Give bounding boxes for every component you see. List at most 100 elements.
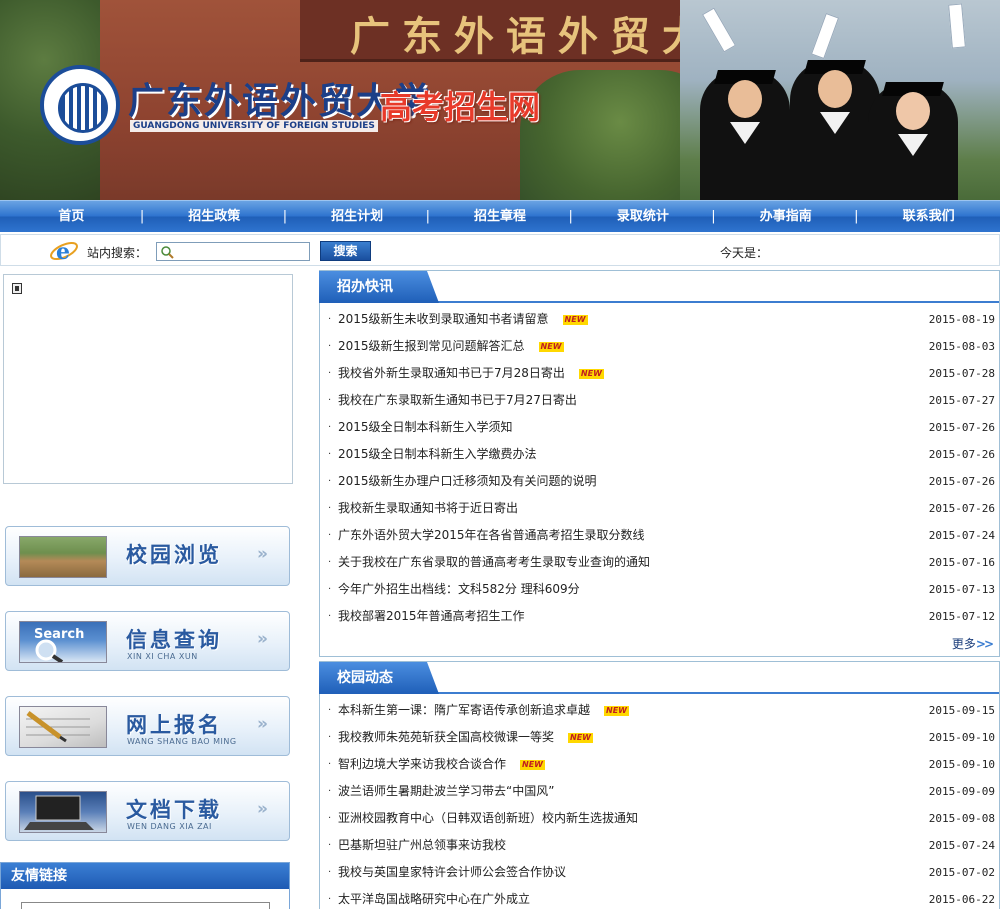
news-title-link[interactable]: 我校与英国皇家特许会计师公会签合作协议 xyxy=(338,859,566,886)
university-name-en: GUANGDONG UNIVERSITY OF FOREIGN STUDIES xyxy=(130,120,378,132)
today-label: 今天是： xyxy=(720,246,769,260)
bullet-icon: · xyxy=(328,314,332,325)
promo-document-download[interactable]: 文档下载 WEN DANG XIA ZAI » xyxy=(5,781,290,841)
search-button[interactable]: 搜索 xyxy=(320,241,371,261)
search-field[interactable] xyxy=(156,242,310,261)
news-date: 2015-08-19 xyxy=(928,313,995,326)
list-item[interactable]: · 太平洋岛国战略研究中心在广外成立 2015-06-22 xyxy=(320,886,999,909)
news-date: 2015-07-26 xyxy=(928,448,995,461)
promo-title: 校园浏览 xyxy=(126,543,222,567)
list-item[interactable]: · 我校省外新生录取通知书已于7月28日寄出 NEW 2015-07-28 xyxy=(320,360,999,387)
news-title-link[interactable]: 智利边境大学来访我校合谈合作 NEW xyxy=(338,751,545,778)
friendly-links-select[interactable] xyxy=(21,902,270,909)
news-title-link[interactable]: 我校新生录取通知书将于近日寄出 xyxy=(338,495,518,522)
promo-campus-browse[interactable]: 校园浏览 » xyxy=(5,526,290,586)
campus-news-title: 校园动态 xyxy=(319,662,439,694)
laptop-thumbnail-icon xyxy=(19,791,107,833)
news-date: 2015-08-03 xyxy=(928,340,995,353)
promo-online-registration[interactable]: 网上报名 WANG SHANG BAO MING » xyxy=(5,696,290,756)
news-title-link[interactable]: 我校在广东录取新生通知书已于7月27日寄出 xyxy=(338,387,577,414)
news-title-link[interactable]: 巴基斯坦驻广州总领事来访我校 xyxy=(338,832,506,859)
bullet-icon: · xyxy=(328,732,332,743)
news-date: 2015-07-26 xyxy=(928,421,995,434)
list-item[interactable]: · 我校在广东录取新生通知书已于7月27日寄出 2015-07-27 xyxy=(320,387,999,414)
list-item[interactable]: · 我校新生录取通知书将于近日寄出 2015-07-26 xyxy=(320,495,999,522)
search-input[interactable] xyxy=(177,244,305,259)
list-item[interactable]: · 2015级全日制本科新生入学须知 2015-07-26 xyxy=(320,414,999,441)
news-title-link[interactable]: 2015级新生未收到录取通知书者请留意 NEW xyxy=(338,306,588,333)
list-item[interactable]: · 我校部署2015年普通高考招生工作 2015-07-12 xyxy=(320,603,999,630)
news-date: 2015-07-26 xyxy=(928,502,995,515)
list-item[interactable]: · 我校与英国皇家特许会计师公会签合作协议 2015-07-02 xyxy=(320,859,999,886)
graduate-figure xyxy=(790,60,880,200)
news-title-link[interactable]: 关于我校在广东省录取的普通高考考生录取专业查询的通知 xyxy=(338,549,650,576)
news-title-link[interactable]: 太平洋岛国战略研究中心在广外成立 xyxy=(338,886,530,909)
news-date: 2015-07-28 xyxy=(928,367,995,380)
bullet-icon: · xyxy=(328,894,332,905)
news-date: 2015-09-15 xyxy=(928,704,995,717)
nav-item-charter[interactable]: 招生章程 xyxy=(426,201,572,233)
list-item[interactable]: · 2015级新生报到常见问题解答汇总 NEW 2015-08-03 xyxy=(320,333,999,360)
bullet-icon: · xyxy=(328,422,332,433)
campus-news-panel: 校园动态 · 本科新生第一课：隋广军寄语传承创新追求卓越 NEW 2015-09-15… xyxy=(319,661,1000,909)
new-badge-icon: NEW xyxy=(578,369,604,379)
list-item[interactable]: · 今年广外招生出档线：文科582分 理科609分 2015-07-13 xyxy=(320,576,999,603)
nav-item-plan[interactable]: 招生计划 xyxy=(283,201,429,233)
bullet-icon: · xyxy=(328,786,332,797)
news-title-link[interactable]: 波兰语师生暑期赴波兰学习带去“中国风” xyxy=(338,778,554,805)
site-title: 高考招生网 xyxy=(380,88,541,126)
news-title-link[interactable]: 2015级全日制本科新生入学缴费办法 xyxy=(338,441,537,468)
list-item[interactable]: · 我校教师朱苑苑斩获全国高校微课一等奖 NEW 2015-09-10 xyxy=(320,724,999,751)
list-item[interactable]: · 智利边境大学来访我校合谈合作 NEW 2015-09-10 xyxy=(320,751,999,778)
admission-news-list: · 2015级新生未收到录取通知书者请留意 NEW 2015-08-19 · 2015级新… xyxy=(320,303,999,630)
news-title-link[interactable]: 2015级全日制本科新生入学须知 xyxy=(338,414,513,441)
list-item[interactable]: · 关于我校在广东省录取的普通高考考生录取专业查询的通知 2015-07-16 xyxy=(320,549,999,576)
news-title-link[interactable]: 2015级新生办理户口迁移须知及有关问题的说明 xyxy=(338,468,597,495)
friendly-links-title: 友情链接 xyxy=(1,863,289,889)
panel-header: 招办快讯 xyxy=(319,271,999,303)
promo-subtitle: WANG SHANG BAO MING xyxy=(127,737,237,746)
news-title-link[interactable]: 2015级新生报到常见问题解答汇总 NEW xyxy=(338,333,564,360)
bullet-icon: · xyxy=(328,476,332,487)
play-icon[interactable] xyxy=(12,283,22,294)
news-date: 2015-07-24 xyxy=(928,529,995,542)
nav-item-admission-stats[interactable]: 录取统计 xyxy=(568,201,714,233)
nav-item-home[interactable]: 首页 xyxy=(0,201,143,233)
news-date: 2015-07-12 xyxy=(928,610,995,623)
bullet-icon: · xyxy=(328,503,332,514)
double-chevron-icon: » xyxy=(257,544,268,564)
news-title-link[interactable]: 我校教师朱苑苑斩获全国高校微课一等奖 NEW xyxy=(338,724,593,751)
campus-news-list: · 本科新生第一课：隋广军寄语传承创新追求卓越 NEW 2015-09-15 · 我校教师… xyxy=(320,694,999,909)
list-item[interactable]: · 2015级新生办理户口迁移须知及有关问题的说明 2015-07-26 xyxy=(320,468,999,495)
news-title-link[interactable]: 亚洲校园教育中心（日韩双语创新班）校内新生选拔通知 xyxy=(338,805,638,832)
list-item[interactable]: · 2015级新生未收到录取通知书者请留意 NEW 2015-08-19 xyxy=(320,306,999,333)
main-nav: 首页 招生政策 招生计划 招生章程 录取统计 办事指南 联系我们 xyxy=(0,200,1000,232)
bullet-icon: · xyxy=(328,611,332,622)
promo-info-query[interactable]: Search 信息查询 XIN XI CHA XUN » xyxy=(5,611,290,671)
news-title-link[interactable]: 我校省外新生录取通知书已于7月28日寄出 NEW xyxy=(338,360,604,387)
news-title-link[interactable]: 我校部署2015年普通高考招生工作 xyxy=(338,603,525,630)
promo-subtitle: WEN DANG XIA ZAI xyxy=(127,822,212,831)
nav-item-guide[interactable]: 办事指南 xyxy=(711,201,857,233)
news-date: 2015-07-02 xyxy=(928,866,995,879)
news-title-link[interactable]: 广东外语外贸大学2015年在各省普通高考招生录取分数线 xyxy=(338,522,645,549)
list-item[interactable]: · 2015级全日制本科新生入学缴费办法 2015-07-26 xyxy=(320,441,999,468)
pen-thumbnail-icon xyxy=(19,706,107,748)
news-date: 2015-09-08 xyxy=(928,812,995,825)
new-badge-icon: NEW xyxy=(538,342,564,352)
list-item[interactable]: · 本科新生第一课：隋广军寄语传承创新追求卓越 NEW 2015-09-15 xyxy=(320,697,999,724)
list-item[interactable]: · 亚洲校园教育中心（日韩双语创新班）校内新生选拔通知 2015-09-08 xyxy=(320,805,999,832)
nav-item-contact[interactable]: 联系我们 xyxy=(854,201,1000,233)
news-date: 2015-09-09 xyxy=(928,785,995,798)
header-banner: 广东外语外贸大学 广东外语外贸大学 GUANGDONG UNIVERSITY O… xyxy=(0,0,1000,200)
list-item[interactable]: · 巴基斯坦驻广州总领事来访我校 2015-07-24 xyxy=(320,832,999,859)
nav-item-policy[interactable]: 招生政策 xyxy=(140,201,286,233)
bullet-icon: · xyxy=(328,840,332,851)
list-item[interactable]: · 广东外语外贸大学2015年在各省普通高考招生录取分数线 2015-07-24 xyxy=(320,522,999,549)
news-title-link[interactable]: 今年广外招生出档线：文科582分 理科609分 xyxy=(338,576,580,603)
news-title-link[interactable]: 本科新生第一课：隋广军寄语传承创新追求卓越 NEW xyxy=(338,697,629,724)
more-link[interactable]: 更多>> xyxy=(952,635,994,652)
media-player-box[interactable] xyxy=(3,274,293,484)
university-logo xyxy=(40,65,120,145)
list-item[interactable]: · 波兰语师生暑期赴波兰学习带去“中国风” 2015-09-09 xyxy=(320,778,999,805)
